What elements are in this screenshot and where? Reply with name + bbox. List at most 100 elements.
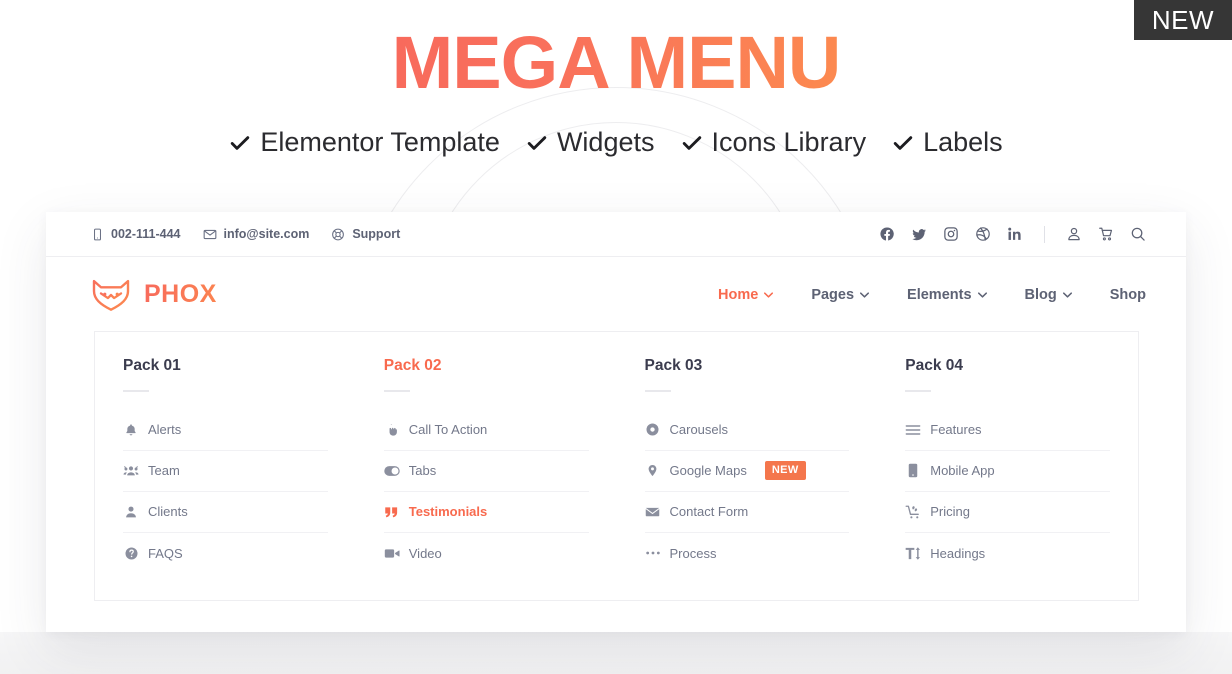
mega-menu-item-mobile-app[interactable]: Mobile App — [905, 451, 1110, 492]
title-underline — [383, 389, 410, 392]
chevron-down-icon — [860, 291, 870, 298]
linkedin-icon[interactable] — [1007, 226, 1023, 242]
nav-item-label: Home — [718, 286, 759, 303]
background-band — [0, 632, 1232, 674]
hero-feature-item: Icons Library — [681, 127, 866, 158]
mega-menu-item-clients[interactable]: Clients — [123, 492, 328, 533]
site-header: PHOX Home Pages Elements Blog Shop — [46, 257, 1186, 332]
mega-menu-item-label: Testimonials — [408, 504, 488, 519]
mega-menu-column-title: Pack 03 — [644, 357, 703, 374]
map-marker-icon — [645, 463, 661, 479]
ellipsis-icon — [645, 545, 661, 561]
topbar-divider — [1044, 225, 1045, 243]
topbar-phone-label: 002-111-444 — [111, 227, 181, 241]
quote-left-icon — [384, 504, 400, 520]
mega-menu-item-label: Features — [930, 422, 982, 437]
users-icon — [123, 463, 139, 479]
chevron-down-icon — [764, 291, 774, 298]
dot-circle-icon — [645, 422, 661, 438]
topbar-support[interactable]: Support — [331, 227, 400, 241]
mega-menu-item-list: Call To Action Tabs Testimonials Video — [383, 410, 589, 574]
nav-item-pages[interactable]: Pages — [811, 286, 870, 303]
topbar-email[interactable]: info@site.com — [203, 227, 310, 241]
mega-menu-item-label: Tabs — [408, 463, 437, 478]
user-icon — [123, 504, 139, 520]
fox-logo-icon — [90, 278, 132, 312]
mega-menu-item-team[interactable]: Team — [123, 451, 328, 492]
mega-menu-column-pack-01: Pack 01 Alerts Team Clients FAQS — [95, 358, 356, 600]
mega-menu-column-title: Pack 04 — [905, 357, 963, 374]
topbar-phone[interactable]: 002-111-444 — [90, 227, 181, 241]
website-preview-card: 002-111-444 info@site.com Support PHOX H… — [46, 212, 1186, 632]
topbar-support-label: Support — [352, 227, 401, 241]
topbar-contact-group: 002-111-444 info@site.com Support — [90, 227, 400, 241]
mega-menu-item-google-maps[interactable]: Google Maps NEW — [644, 451, 850, 492]
mega-menu-item-pricing[interactable]: Pricing — [905, 492, 1110, 533]
mega-menu-item-label: Team — [148, 463, 180, 478]
cart-icon[interactable] — [1098, 226, 1114, 242]
mega-menu-item-tabs[interactable]: Tabs — [383, 451, 589, 492]
instagram-icon[interactable] — [943, 226, 959, 242]
mega-menu-item-call-to-action[interactable]: Call To Action — [383, 410, 589, 451]
mega-menu-item-carousels[interactable]: Carousels — [644, 410, 850, 451]
mega-menu-item-process[interactable]: Process — [645, 533, 850, 574]
mega-menu-item-label: Google Maps — [669, 463, 747, 478]
check-icon — [681, 132, 703, 154]
hero-feature-label: Widgets — [556, 127, 655, 158]
twitter-icon[interactable] — [911, 226, 927, 242]
nav-item-label: Shop — [1109, 286, 1146, 303]
title-underline — [644, 389, 671, 392]
check-icon — [526, 132, 548, 154]
hero-feature-label: Elementor Template — [260, 127, 500, 158]
mega-menu-item-testimonials[interactable]: Testimonials — [383, 492, 589, 533]
mega-menu-column-title: Pack 02 — [383, 357, 442, 374]
video-icon — [384, 545, 400, 561]
topbar-icon-group — [879, 225, 1146, 243]
hero-section: MEGA MENU Elementor Template Widgets Ico… — [0, 22, 1232, 158]
nav-item-elements[interactable]: Elements — [907, 287, 987, 303]
hero-feature-label: Labels — [923, 127, 1003, 158]
mega-menu-item-label: Headings — [930, 545, 986, 561]
check-icon — [892, 132, 914, 154]
mega-menu-item-video[interactable]: Video — [384, 533, 589, 574]
mega-menu-item-label: Call To Action — [408, 422, 488, 437]
mobile-icon — [905, 463, 921, 479]
mega-menu-item-label: Clients — [148, 504, 188, 519]
nav-item-shop[interactable]: Shop — [1110, 287, 1146, 303]
search-icon[interactable] — [1130, 226, 1146, 242]
mega-menu-item-contact-form[interactable]: Contact Form — [644, 492, 850, 533]
mega-menu-item-features[interactable]: Features — [905, 410, 1110, 451]
envelope-icon — [203, 227, 217, 241]
nav-item-blog[interactable]: Blog — [1025, 287, 1072, 303]
mega-menu-item-label: Pricing — [930, 504, 970, 519]
mega-menu-column-pack-03: Pack 03 Carousels Google Maps NEW Contac… — [617, 358, 878, 600]
facebook-icon[interactable] — [879, 226, 895, 242]
mega-menu-item-label: Contact Form — [669, 504, 749, 519]
brand-name: PHOX — [144, 280, 217, 308]
topbar-email-label: info@site.com — [223, 227, 310, 241]
text-height-icon — [905, 545, 921, 561]
site-topbar: 002-111-444 info@site.com Support — [46, 212, 1186, 257]
user-icon[interactable] — [1066, 226, 1082, 242]
mega-menu-item-faqs[interactable]: FAQS — [123, 533, 328, 574]
mega-menu-item-alerts[interactable]: Alerts — [123, 410, 328, 451]
question-circle-icon — [123, 545, 139, 561]
hero-feature-item: Widgets — [526, 127, 655, 158]
envelope-icon — [645, 504, 661, 520]
mega-menu-item-label: Video — [408, 545, 442, 561]
mega-menu-item-label: Process — [669, 545, 717, 561]
dribbble-icon[interactable] — [975, 226, 991, 242]
cart-flatbed-icon — [905, 504, 921, 520]
hero-feature-item: Labels — [892, 127, 1003, 158]
nav-item-label: Pages — [811, 286, 855, 303]
title-underline — [905, 389, 932, 392]
title-underline — [123, 389, 149, 392]
mega-menu-item-list: Carousels Google Maps NEW Contact Form P… — [644, 410, 850, 574]
nav-item-home[interactable]: Home — [718, 286, 774, 303]
brand-logo[interactable]: PHOX — [90, 278, 217, 312]
mega-menu-item-headings[interactable]: Headings — [905, 533, 1110, 574]
mega-menu-column-pack-02: Pack 02 Call To Action Tabs Testimonials… — [356, 358, 617, 600]
mega-menu-item-label: Mobile App — [930, 463, 995, 478]
lifering-icon — [331, 227, 345, 241]
nav-item-label: Blog — [1024, 286, 1057, 303]
